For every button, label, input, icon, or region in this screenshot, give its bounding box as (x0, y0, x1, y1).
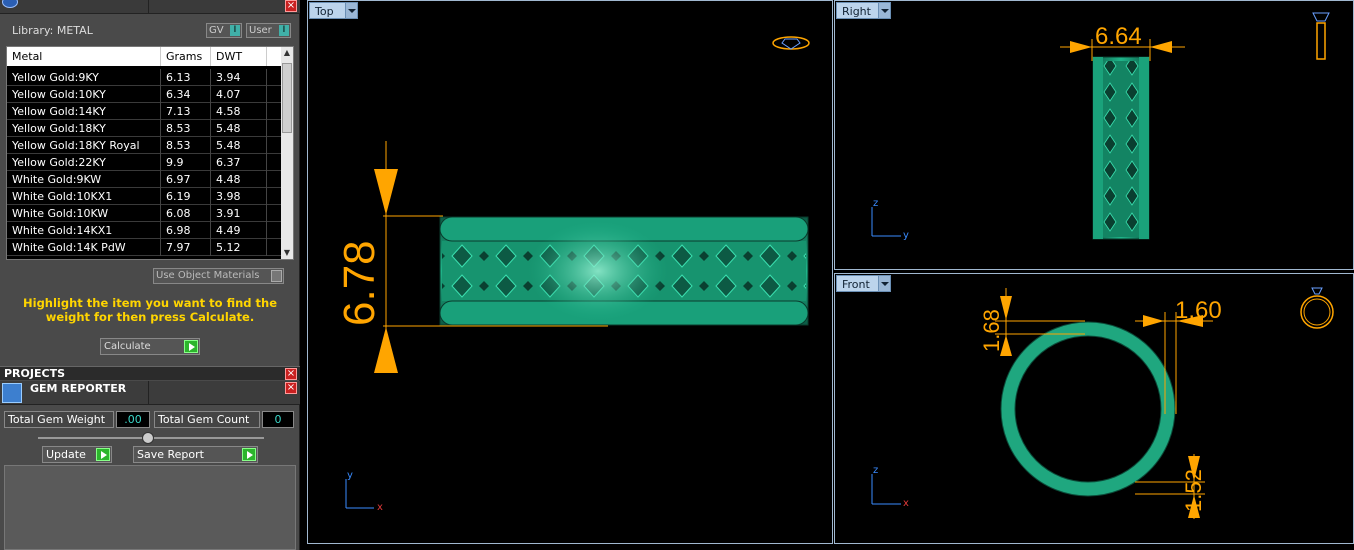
ring-side-view-icon (1312, 12, 1330, 60)
table-row[interactable]: White Gold:10KX1 6.19 3.98 (7, 188, 285, 205)
metal-table: Metal Grams DWT Yellow Gold:9KY 6.13 3.94 … (6, 46, 294, 260)
dimension-arrow (1070, 41, 1092, 53)
right-view-canvas: 6.64 z y (871, 12, 1330, 241)
panel-top-bar: × (0, 0, 300, 14)
viewport-top-tab[interactable]: Top (309, 2, 358, 19)
toggle-knob-icon: I (279, 25, 289, 36)
total-gem-weight-label: Total Gem Weight (4, 411, 114, 428)
table-scrollbar[interactable]: ▲ ▼ (281, 47, 293, 259)
toggle-knob-icon: I (230, 25, 240, 36)
axis-label-x: x (377, 502, 383, 513)
top-view-canvas: 6.78 y x (335, 36, 810, 513)
axis-label-z: z (873, 465, 878, 476)
ring-top-view-icon (772, 36, 810, 50)
use-object-materials-toggle[interactable]: Use Object Materials (153, 268, 284, 284)
dimension-arrow (374, 169, 398, 215)
close-icon[interactable]: × (285, 368, 297, 380)
total-gem-count-value: 0 (262, 411, 294, 428)
table-row[interactable]: Yellow Gold:18KY 8.53 5.48 (7, 120, 285, 137)
table-header: Metal Grams DWT (7, 47, 285, 66)
table-row[interactable]: White Gold:14KX1 6.98 4.49 (7, 222, 285, 239)
table-row[interactable]: White Gold:14K PdW 7.97 5.12 (7, 239, 285, 256)
table-row[interactable]: Yellow Gold:9KY 6.13 3.94 (7, 69, 285, 86)
viewport-top[interactable]: 6.78 y x Top (307, 0, 833, 544)
play-icon (184, 340, 198, 353)
user-toggle[interactable]: User I (246, 23, 291, 38)
gv-toggle[interactable]: GV I (206, 23, 242, 38)
table-row[interactable]: Yellow Gold:10KY 6.34 4.07 (7, 86, 285, 103)
chevron-down-icon[interactable] (878, 3, 890, 18)
library-label: Library: METAL (12, 24, 93, 37)
viewport-right-tab[interactable]: Right (836, 2, 891, 19)
front-view-canvas: 1.68 1.60 1.52 z x (871, 287, 1334, 519)
gem-report-area (4, 465, 296, 550)
total-gem-count-label: Total Gem Count (154, 411, 260, 428)
table-row[interactable]: Yellow Gold:18KY Royal 8.53 5.48 (7, 137, 285, 154)
play-icon (242, 448, 256, 461)
axis-label-y: y (903, 230, 909, 241)
play-icon (96, 448, 110, 461)
gem-reporter-header: GEM REPORTER × (0, 381, 300, 405)
table-row[interactable]: Yellow Gold:14KY 7.13 4.58 (7, 103, 285, 120)
slider-knob[interactable] (142, 432, 154, 444)
calculate-hint: Highlight the item you want to find the … (23, 296, 277, 324)
right-dimension-label: 6.64 (1095, 23, 1142, 50)
axis-label-x: x (903, 498, 909, 509)
table-row[interactable]: Yellow Gold:22KY 9.9 6.37 (7, 154, 285, 171)
top-dimension-label: 6.78 (335, 240, 384, 326)
gem-reporter-icon (2, 383, 22, 403)
front-dimension-top-left: 1.68 (979, 309, 1004, 352)
column-header-grams[interactable]: Grams (161, 47, 211, 66)
chevron-down-icon[interactable] (345, 3, 357, 18)
dimension-arrow (374, 327, 398, 373)
column-header-dwt[interactable]: DWT (211, 47, 267, 66)
scroll-down-icon[interactable]: ▼ (281, 247, 293, 259)
update-button[interactable]: Update (42, 446, 112, 463)
dimension-arrow (1150, 41, 1172, 53)
front-dimension-bottom-right: 1.52 (1181, 469, 1206, 512)
table-row[interactable]: White Gold:10KW 6.08 3.91 (7, 205, 285, 222)
close-icon[interactable]: × (285, 0, 297, 12)
viewport-front-tab[interactable]: Front (836, 275, 891, 292)
table-body: Yellow Gold:9KY 6.13 3.94 Yellow Gold:10KY… (7, 69, 285, 256)
chevron-down-icon[interactable] (878, 276, 890, 291)
dimension-arrow (1143, 315, 1164, 327)
app-logo-icon (2, 0, 18, 8)
front-dimension-top-right: 1.60 (1175, 297, 1222, 324)
gem-slider[interactable] (38, 432, 264, 444)
scroll-thumb[interactable] (282, 63, 292, 133)
calculate-button[interactable]: Calculate (100, 338, 200, 355)
table-row[interactable]: White Gold:9KW 6.97 4.48 (7, 171, 285, 188)
axis-label-z: z (873, 198, 878, 209)
viewport-front[interactable]: 1.68 1.60 1.52 z x Front (834, 273, 1354, 544)
column-header-metal[interactable]: Metal (7, 47, 161, 66)
viewport-right[interactable]: 6.64 z y Right (834, 0, 1354, 270)
save-report-button[interactable]: Save Report (133, 446, 258, 463)
close-icon[interactable]: × (285, 382, 297, 394)
scroll-up-icon[interactable]: ▲ (281, 47, 293, 59)
axis-label-y: y (347, 470, 353, 481)
total-gem-weight-value: .00 (116, 411, 150, 428)
left-panel: × Library: METAL GV I User I Metal Grams… (0, 0, 300, 550)
ring-front-view-icon (1300, 287, 1334, 329)
toggle-knob-icon (271, 270, 282, 282)
projects-header: PROJECTS × (0, 366, 300, 380)
